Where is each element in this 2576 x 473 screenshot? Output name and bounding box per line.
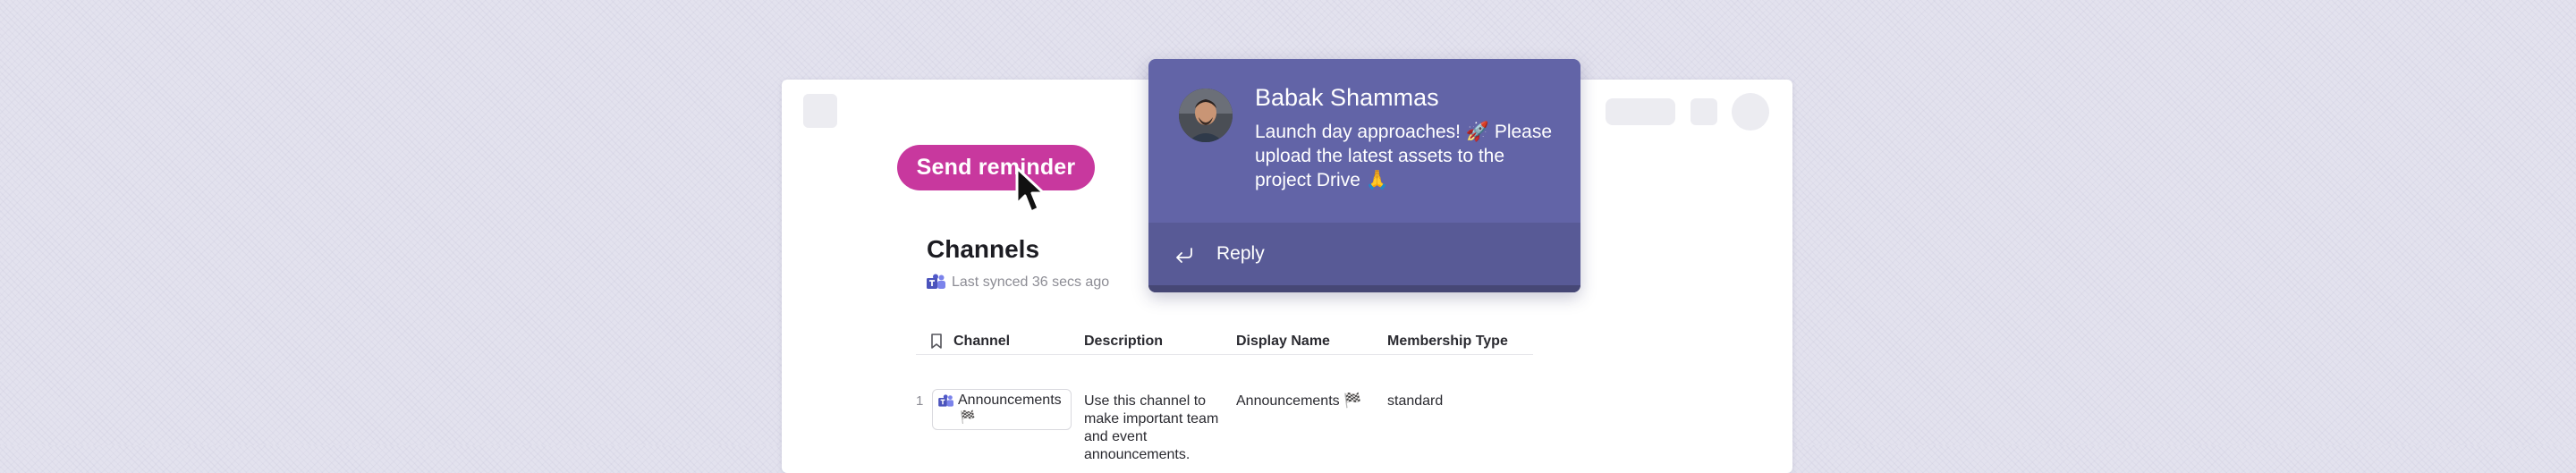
notification-message: Launch day approaches! 🚀 Please upload t…	[1255, 122, 1553, 190]
channels-table: Channel Description Display Name Members…	[916, 325, 1533, 462]
notification-bottom-bar	[1148, 285, 1580, 292]
mouse-pointer-icon	[1015, 166, 1046, 214]
row-membership-type: standard	[1387, 393, 1444, 409]
teams-icon	[938, 394, 953, 407]
placeholder-square	[803, 94, 837, 128]
sync-status: Last synced 36 secs ago	[927, 274, 1109, 291]
column-header-membership-type[interactable]: Membership Type	[1387, 334, 1508, 350]
reply-button[interactable]: Reply	[1148, 223, 1580, 285]
column-header-display-name[interactable]: Display Name	[1236, 334, 1330, 350]
placeholder-square-small	[1690, 98, 1717, 125]
avatar	[1179, 89, 1233, 142]
column-header-channel[interactable]: Channel	[953, 334, 1010, 350]
channel-name: Announcements	[958, 393, 1062, 408]
sync-status-text: Last synced 36 secs ago	[952, 275, 1110, 290]
notification-sender: Babak Shammas	[1255, 84, 1439, 111]
table-header: Channel Description Display Name Members…	[916, 325, 1533, 355]
placeholder-pill	[1606, 98, 1675, 125]
table-row[interactable]: 1 Announcements 🏁 Use this channel to ma…	[916, 355, 1533, 462]
notification-toast[interactable]: Babak Shammas Launch day approaches! 🚀 P…	[1148, 59, 1580, 292]
column-header-description[interactable]: Description	[1084, 334, 1163, 350]
channels-title: Channels	[927, 235, 1040, 263]
reply-arrow-icon	[1176, 248, 1192, 263]
row-index: 1	[916, 393, 924, 409]
teams-icon	[927, 274, 945, 289]
send-reminder-button[interactable]: Send reminder	[897, 145, 1095, 190]
row-description: Use this channel to make important team …	[1084, 393, 1219, 462]
row-display-name: Announcements 🏁	[1236, 393, 1361, 409]
reply-label: Reply	[1216, 243, 1265, 264]
channel-chip[interactable]: Announcements 🏁	[932, 389, 1072, 430]
channel-emoji: 🏁	[960, 410, 976, 424]
placeholder-avatar	[1732, 93, 1769, 131]
bookmark-icon	[931, 334, 942, 349]
